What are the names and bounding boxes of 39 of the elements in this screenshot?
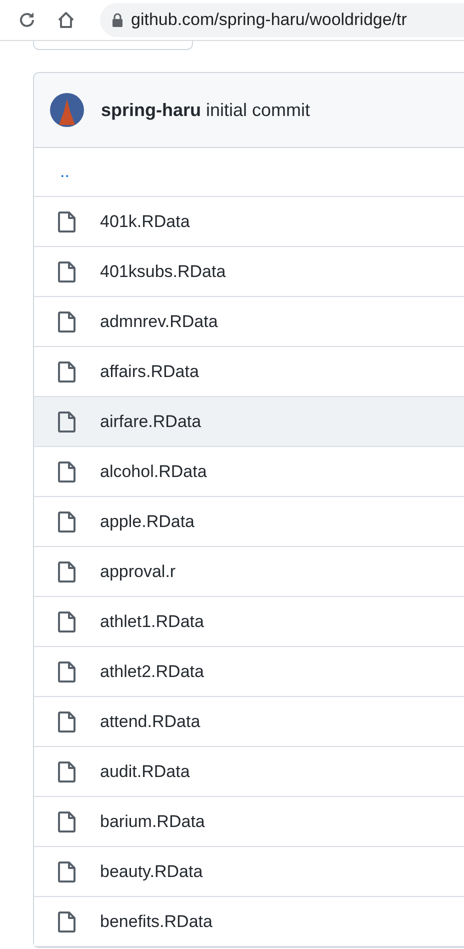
file-icon bbox=[58, 910, 76, 932]
file-name[interactable]: affairs.RData bbox=[100, 358, 199, 384]
file-icon bbox=[58, 560, 76, 582]
file-icon bbox=[58, 460, 76, 482]
url-text: github.com/spring-haru/wooldridge/tr bbox=[131, 9, 407, 32]
address-bar[interactable]: github.com/spring-haru/wooldridge/tr bbox=[100, 3, 464, 37]
file-name[interactable]: benefits.RData bbox=[100, 908, 212, 934]
file-name[interactable]: apple.RData bbox=[100, 508, 195, 534]
file-icon bbox=[58, 710, 76, 732]
file-name[interactable]: 401ksubs.RData bbox=[100, 258, 226, 284]
home-icon[interactable] bbox=[56, 10, 76, 30]
file-icon bbox=[58, 260, 76, 282]
file-icon bbox=[58, 760, 76, 782]
file-name[interactable]: airfare.RData bbox=[100, 408, 202, 434]
file-name[interactable]: barium.RData bbox=[100, 808, 205, 834]
reload-icon[interactable] bbox=[17, 10, 37, 30]
parent-directory-link[interactable]: .. bbox=[60, 159, 70, 185]
file-name[interactable]: beauty.RData bbox=[100, 858, 203, 884]
file-name[interactable]: approval.r bbox=[100, 558, 176, 584]
file-name[interactable]: audit.RData bbox=[100, 758, 190, 784]
file-name[interactable]: admnrev.RData bbox=[100, 308, 218, 334]
file-row[interactable]: airfare.RData bbox=[34, 397, 464, 447]
file-name[interactable]: athlet1.RData bbox=[100, 608, 204, 634]
lock-icon bbox=[112, 13, 123, 27]
file-name[interactable]: attend.RData bbox=[100, 708, 200, 734]
file-icon bbox=[58, 310, 76, 332]
file-icon bbox=[58, 810, 76, 832]
file-icon bbox=[58, 610, 76, 632]
file-icon bbox=[58, 210, 76, 232]
commit-message: spring-haru initial commit bbox=[101, 98, 310, 122]
file-name[interactable]: athlet2.RData bbox=[100, 658, 204, 684]
file-icon bbox=[58, 360, 76, 382]
avatar bbox=[50, 93, 84, 127]
file-name[interactable]: alcohol.RData bbox=[100, 458, 207, 484]
file-icon bbox=[58, 510, 76, 532]
file-icon bbox=[58, 410, 76, 432]
file-name[interactable]: 401k.RData bbox=[100, 208, 190, 234]
file-icon bbox=[58, 860, 76, 882]
file-icon bbox=[58, 660, 76, 682]
